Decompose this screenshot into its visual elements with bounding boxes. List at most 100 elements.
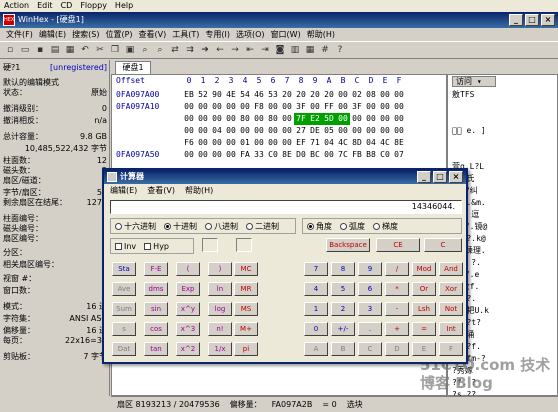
hex-byte[interactable]: 00 bbox=[378, 125, 392, 137]
hex-byte[interactable]: 00 bbox=[196, 125, 210, 137]
numpad-button[interactable]: 4 bbox=[304, 282, 328, 296]
hex-byte[interactable]: 00 bbox=[182, 113, 196, 125]
numpad-button[interactable]: F bbox=[439, 342, 463, 356]
sci-button[interactable]: ( bbox=[176, 262, 200, 276]
memory-button[interactable]: MS bbox=[234, 302, 258, 316]
ascii-row[interactable]: 敫TFS bbox=[452, 89, 556, 101]
access-dropdown[interactable]: 访问 ▾ bbox=[452, 76, 496, 87]
radio-hex[interactable]: 十六进制 bbox=[115, 221, 156, 232]
numpad-button[interactable]: 9 bbox=[358, 262, 382, 276]
paste-icon[interactable]: ▣ bbox=[124, 44, 136, 56]
hex-row[interactable]: 00 00 04 00 00 00 00 00 27 DE 05 00 00 00 00 00 bbox=[112, 125, 446, 137]
menu-tools[interactable]: 工具(T) bbox=[172, 28, 199, 41]
hex-byte[interactable]: 00 bbox=[322, 149, 336, 161]
hex-byte[interactable]: 4C bbox=[378, 137, 392, 149]
menu-search[interactable]: 搜索(S) bbox=[72, 28, 99, 41]
sci-button[interactable]: tan bbox=[144, 342, 168, 356]
numpad-button[interactable]: 0 bbox=[304, 322, 328, 336]
hex-byte[interactable]: C0 bbox=[266, 149, 280, 161]
hex-byte[interactable]: 00 bbox=[196, 101, 210, 113]
hex-byte[interactable]: 00 bbox=[378, 101, 392, 113]
hex-byte[interactable]: 33 bbox=[252, 149, 266, 161]
hex-byte[interactable]: 00 bbox=[336, 113, 350, 125]
hex-byte[interactable]: 52 bbox=[196, 89, 210, 101]
undo-icon[interactable]: ↶ bbox=[79, 44, 91, 56]
sci-button[interactable]: log bbox=[208, 302, 232, 316]
goto-icon[interactable]: ➜ bbox=[199, 44, 211, 56]
hex-byte[interactable]: 80 bbox=[238, 113, 252, 125]
sci-button[interactable]: n! bbox=[208, 322, 232, 336]
hex-byte[interactable]: 04 bbox=[322, 137, 336, 149]
hex-byte[interactable]: 00 bbox=[210, 101, 224, 113]
copy-icon[interactable]: ❐ bbox=[109, 44, 121, 56]
numpad-button[interactable]: * bbox=[385, 282, 409, 296]
hex-byte[interactable]: 00 bbox=[266, 125, 280, 137]
hex-byte[interactable]: 00 bbox=[224, 101, 238, 113]
save-icon[interactable]: ▪ bbox=[34, 44, 46, 56]
numpad-button[interactable]: 2 bbox=[331, 302, 355, 316]
numpad-button[interactable]: / bbox=[385, 262, 409, 276]
hex-byte[interactable]: 00 bbox=[182, 149, 196, 161]
hex-byte[interactable]: 01 bbox=[238, 137, 252, 149]
properties-icon[interactable]: ▦ bbox=[64, 44, 76, 56]
hex-byte[interactable]: 8D bbox=[350, 137, 364, 149]
hash-icon[interactable]: # bbox=[319, 44, 331, 56]
numpad-button[interactable]: 3 bbox=[358, 302, 382, 316]
hex-byte[interactable]: 00 bbox=[252, 137, 266, 149]
menu-file[interactable]: 文件(F) bbox=[6, 28, 33, 41]
memory-button[interactable]: M+ bbox=[234, 322, 258, 336]
menu-view[interactable]: 查看(V) bbox=[139, 28, 167, 41]
numpad-button[interactable]: + bbox=[385, 322, 409, 336]
hex-byte[interactable]: 71 bbox=[308, 137, 322, 149]
hex-byte[interactable]: 53 bbox=[266, 89, 280, 101]
hex-byte[interactable]: 00 bbox=[350, 125, 364, 137]
replace-icon[interactable]: ⇄ bbox=[169, 44, 181, 56]
hex-byte[interactable]: 00 bbox=[182, 125, 196, 137]
calc-menu-edit[interactable]: 编辑(E) bbox=[110, 185, 137, 196]
hex-byte[interactable]: B8 bbox=[364, 149, 378, 161]
radio-dec[interactable]: 十进制 bbox=[164, 221, 197, 232]
numpad-button[interactable]: +/- bbox=[331, 322, 355, 336]
hex-byte[interactable]: 20 bbox=[280, 89, 294, 101]
memory-button[interactable]: MR bbox=[234, 282, 258, 296]
numpad-button[interactable]: And bbox=[439, 262, 463, 276]
hex-byte[interactable]: 00 bbox=[280, 125, 294, 137]
hex-row[interactable]: 0FA097A10 00 00 00 00 00 F8 00 00 3F 00 FF 00 3F 00 00 0… bbox=[112, 101, 446, 113]
menu-help[interactable]: 帮助(H) bbox=[307, 28, 335, 41]
ascii-row[interactable] bbox=[452, 149, 556, 161]
host-menu-edit[interactable]: Edit bbox=[37, 0, 53, 12]
hex-byte[interactable]: 07 bbox=[392, 149, 406, 161]
hex-byte[interactable]: D0 bbox=[294, 149, 308, 161]
numpad-button[interactable]: Not bbox=[439, 302, 463, 316]
numpad-button[interactable]: = bbox=[412, 322, 436, 336]
radio-degrees[interactable]: 角度 bbox=[307, 221, 332, 232]
hex-byte[interactable]: 00 bbox=[280, 113, 294, 125]
hex-byte[interactable]: 00 bbox=[266, 137, 280, 149]
hex-byte[interactable]: EB bbox=[182, 89, 196, 101]
sci-button[interactable]: F-E bbox=[144, 262, 168, 276]
hex-byte[interactable]: F6 bbox=[182, 137, 196, 149]
memory-button[interactable]: MC bbox=[234, 262, 258, 276]
first-sector-icon[interactable]: ⇤ bbox=[244, 44, 256, 56]
menu-position[interactable]: 位置(P) bbox=[105, 28, 132, 41]
host-menu-cd[interactable]: CD bbox=[61, 0, 73, 12]
hex-byte[interactable]: 4E bbox=[224, 89, 238, 101]
hex-byte[interactable]: FF bbox=[322, 101, 336, 113]
hex-byte[interactable]: 7F bbox=[294, 113, 308, 125]
c-button[interactable]: C bbox=[424, 238, 462, 252]
hex-byte[interactable]: 02 bbox=[350, 89, 364, 101]
tab-disk1[interactable]: 硬盘1 bbox=[115, 61, 151, 74]
ascii-row[interactable]:    e. ] bbox=[452, 125, 556, 137]
hex-byte[interactable]: 00 bbox=[392, 89, 406, 101]
numpad-button[interactable]: Int bbox=[439, 322, 463, 336]
hex-byte[interactable]: 00 bbox=[252, 113, 266, 125]
sci-button[interactable]: sin bbox=[144, 302, 168, 316]
calc-menu-view[interactable]: 查看(V) bbox=[147, 185, 175, 196]
hex-row[interactable]: F6 00 00 00 01 00 00 00 EF 71 04 4C 8D 04 4C 8E bbox=[112, 137, 446, 149]
calc-minimize-button[interactable]: _ bbox=[417, 171, 431, 183]
sci-button[interactable]: x^2 bbox=[176, 342, 200, 356]
hex-byte[interactable]: 04 bbox=[210, 125, 224, 137]
hex-byte[interactable]: 00 bbox=[336, 125, 350, 137]
sci-button[interactable]: x^y bbox=[176, 302, 200, 316]
backspace-button[interactable]: Backspace bbox=[326, 238, 370, 252]
